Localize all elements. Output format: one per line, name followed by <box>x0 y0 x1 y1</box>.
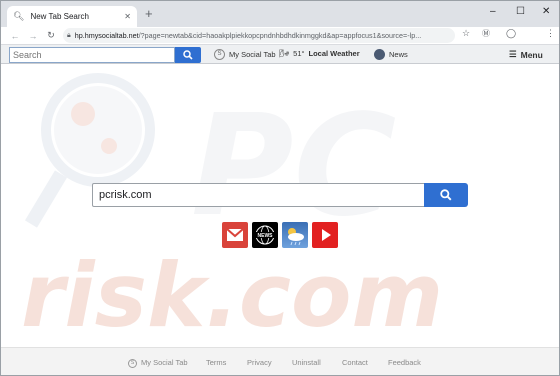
browser-toolbar: ← → ↻ 🔒︎ hp.hmysocialtab.net/?page=newta… <box>1 27 559 44</box>
tab-title: New Tab Search <box>30 12 89 21</box>
tab-strip: 🔍︎ New Tab Search ✕ + – ☐ ✕ <box>1 1 559 27</box>
browser-tab[interactable]: 🔍︎ New Tab Search ✕ <box>7 6 137 27</box>
browser-window: 🔍︎ New Tab Search ✕ + – ☐ ✕ ← → ↻ 🔒︎ hp.… <box>0 0 560 376</box>
new-tab-page: PC risk.com NEWS <box>1 64 559 347</box>
address-bar[interactable]: 🔒︎ hp.hmysocialtab.net/?page=newtab&cid=… <box>63 28 455 43</box>
url-text: hp.hmysocialtab.net/?page=newtab&cid=hao… <box>75 31 421 40</box>
url-path: /?page=newtab&cid=haoakplpiekkopcpndnhbd… <box>138 31 422 40</box>
footer-link-uninstall[interactable]: Uninstall <box>292 358 321 367</box>
toolbar-search-button[interactable] <box>175 47 201 63</box>
weather-link[interactable]: 🌬︎ 51° Local Weather <box>279 49 360 58</box>
page-footer: S My Social Tab Terms Privacy Uninstall C… <box>1 347 559 375</box>
extension-toolbar: S My Social Tab 🌬︎ 51° Local Weather New… <box>1 44 559 64</box>
forward-arrow-icon[interactable]: → <box>25 31 41 41</box>
main-search-input[interactable] <box>92 183 425 207</box>
minimize-button[interactable]: – <box>490 6 496 17</box>
cloud-weather-icon <box>288 228 304 246</box>
weather-temp: 51° <box>293 49 305 58</box>
lock-icon: 🔒︎ <box>67 31 71 39</box>
gmail-quicklink[interactable] <box>222 222 248 248</box>
new-tab-button[interactable]: + <box>145 7 153 21</box>
url-host: hp.hmysocialtab.net <box>74 31 139 40</box>
footer-link-privacy[interactable]: Privacy <box>247 358 272 367</box>
toolbar-search-input[interactable] <box>9 47 175 63</box>
close-window-button[interactable]: ✕ <box>542 6 550 17</box>
social-tab-logo-icon: S <box>128 358 137 368</box>
youtube-quicklink[interactable] <box>312 222 338 248</box>
account-icon[interactable]: ◯ <box>506 28 516 39</box>
reload-icon[interactable]: ↻ <box>43 30 59 41</box>
chrome-menu-icon[interactable]: ⋮ <box>546 28 555 39</box>
extension-icon[interactable]: Ⓜ <box>482 28 490 39</box>
bookmark-star-icon[interactable]: ☆ <box>462 28 470 39</box>
footer-link-terms[interactable]: Terms <box>206 358 226 367</box>
news-icon <box>374 49 385 60</box>
footer-link-label: My Social Tab <box>141 358 188 367</box>
maximize-button[interactable]: ☐ <box>516 6 525 17</box>
back-arrow-icon[interactable]: ← <box>7 31 23 41</box>
weather-label: Local Weather <box>308 49 360 58</box>
gmail-icon <box>226 228 244 241</box>
menu-button[interactable]: ☰ Menu <box>509 49 543 60</box>
search-icon <box>183 50 193 60</box>
news-label: News <box>389 50 408 59</box>
my-social-tab-link[interactable]: S My Social Tab <box>214 49 276 60</box>
weather-wind-icon: 🌬︎ <box>279 49 290 58</box>
play-icon <box>322 229 331 241</box>
footer-link-contact[interactable]: Contact <box>342 358 368 367</box>
main-search-button[interactable] <box>424 183 468 207</box>
weather-quicklink[interactable] <box>282 222 308 248</box>
menu-label: Menu <box>520 49 543 60</box>
footer-link-my-social-tab[interactable]: S My Social Tab <box>128 358 188 368</box>
tab-close-icon[interactable]: ✕ <box>124 12 131 21</box>
footer-link-feedback[interactable]: Feedback <box>388 358 421 367</box>
news-link[interactable]: News <box>374 49 408 60</box>
my-social-tab-label: My Social Tab <box>229 50 276 59</box>
globe-news-icon: NEWS <box>255 225 275 245</box>
news-badge-text: NEWS <box>258 233 274 239</box>
svg-text:risk.com: risk.com <box>21 244 443 347</box>
search-icon <box>440 189 452 201</box>
search-favicon-icon: 🔍︎ <box>13 11 25 21</box>
hamburger-icon: ☰ <box>509 49 517 59</box>
news-quicklink[interactable]: NEWS <box>252 222 278 248</box>
social-tab-logo-icon: S <box>214 49 225 60</box>
